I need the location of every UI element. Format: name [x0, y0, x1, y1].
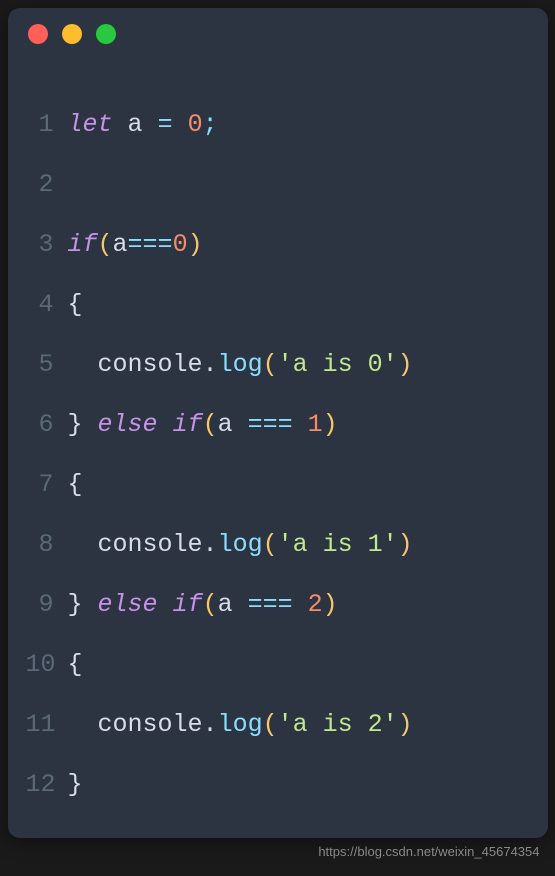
line-number: 9	[26, 575, 68, 635]
line-content: console.log('a is 2')	[68, 695, 413, 755]
close-icon[interactable]	[28, 24, 48, 44]
line-content: if(a===0)	[68, 215, 203, 275]
line-content: } else if(a === 2)	[68, 575, 338, 635]
line-content: }	[68, 755, 83, 815]
code-line: 8 console.log('a is 1')	[26, 515, 530, 575]
code-line: 3 if(a===0)	[26, 215, 530, 275]
code-line: 10 {	[26, 635, 530, 695]
code-line: 1 let a = 0;	[26, 95, 530, 155]
code-area[interactable]: 1 let a = 0; 2 3 if(a===0) 4 { 5 console…	[8, 60, 548, 835]
code-line: 12 }	[26, 755, 530, 815]
code-line: 11 console.log('a is 2')	[26, 695, 530, 755]
watermark-text: https://blog.csdn.net/weixin_45674354	[8, 838, 548, 859]
line-content: {	[68, 275, 83, 335]
line-number: 5	[26, 335, 68, 395]
line-content: {	[68, 635, 83, 695]
code-line: 5 console.log('a is 0')	[26, 335, 530, 395]
line-number: 12	[26, 755, 68, 815]
line-number: 3	[26, 215, 68, 275]
line-number: 7	[26, 455, 68, 515]
line-content: } else if(a === 1)	[68, 395, 338, 455]
line-number: 10	[26, 635, 68, 695]
code-line: 6 } else if(a === 1)	[26, 395, 530, 455]
line-number: 4	[26, 275, 68, 335]
line-content: console.log('a is 0')	[68, 335, 413, 395]
code-line: 9 } else if(a === 2)	[26, 575, 530, 635]
maximize-icon[interactable]	[96, 24, 116, 44]
line-number: 11	[26, 695, 68, 755]
line-content: {	[68, 455, 83, 515]
window-titlebar	[8, 8, 548, 60]
code-line: 7 {	[26, 455, 530, 515]
line-number: 6	[26, 395, 68, 455]
line-number: 8	[26, 515, 68, 575]
line-number: 2	[26, 155, 68, 215]
line-content: console.log('a is 1')	[68, 515, 413, 575]
code-editor-window: 1 let a = 0; 2 3 if(a===0) 4 { 5 console…	[8, 8, 548, 838]
code-line: 2	[26, 155, 530, 215]
line-number: 1	[26, 95, 68, 155]
minimize-icon[interactable]	[62, 24, 82, 44]
code-line: 4 {	[26, 275, 530, 335]
line-content: let a = 0;	[68, 95, 218, 155]
